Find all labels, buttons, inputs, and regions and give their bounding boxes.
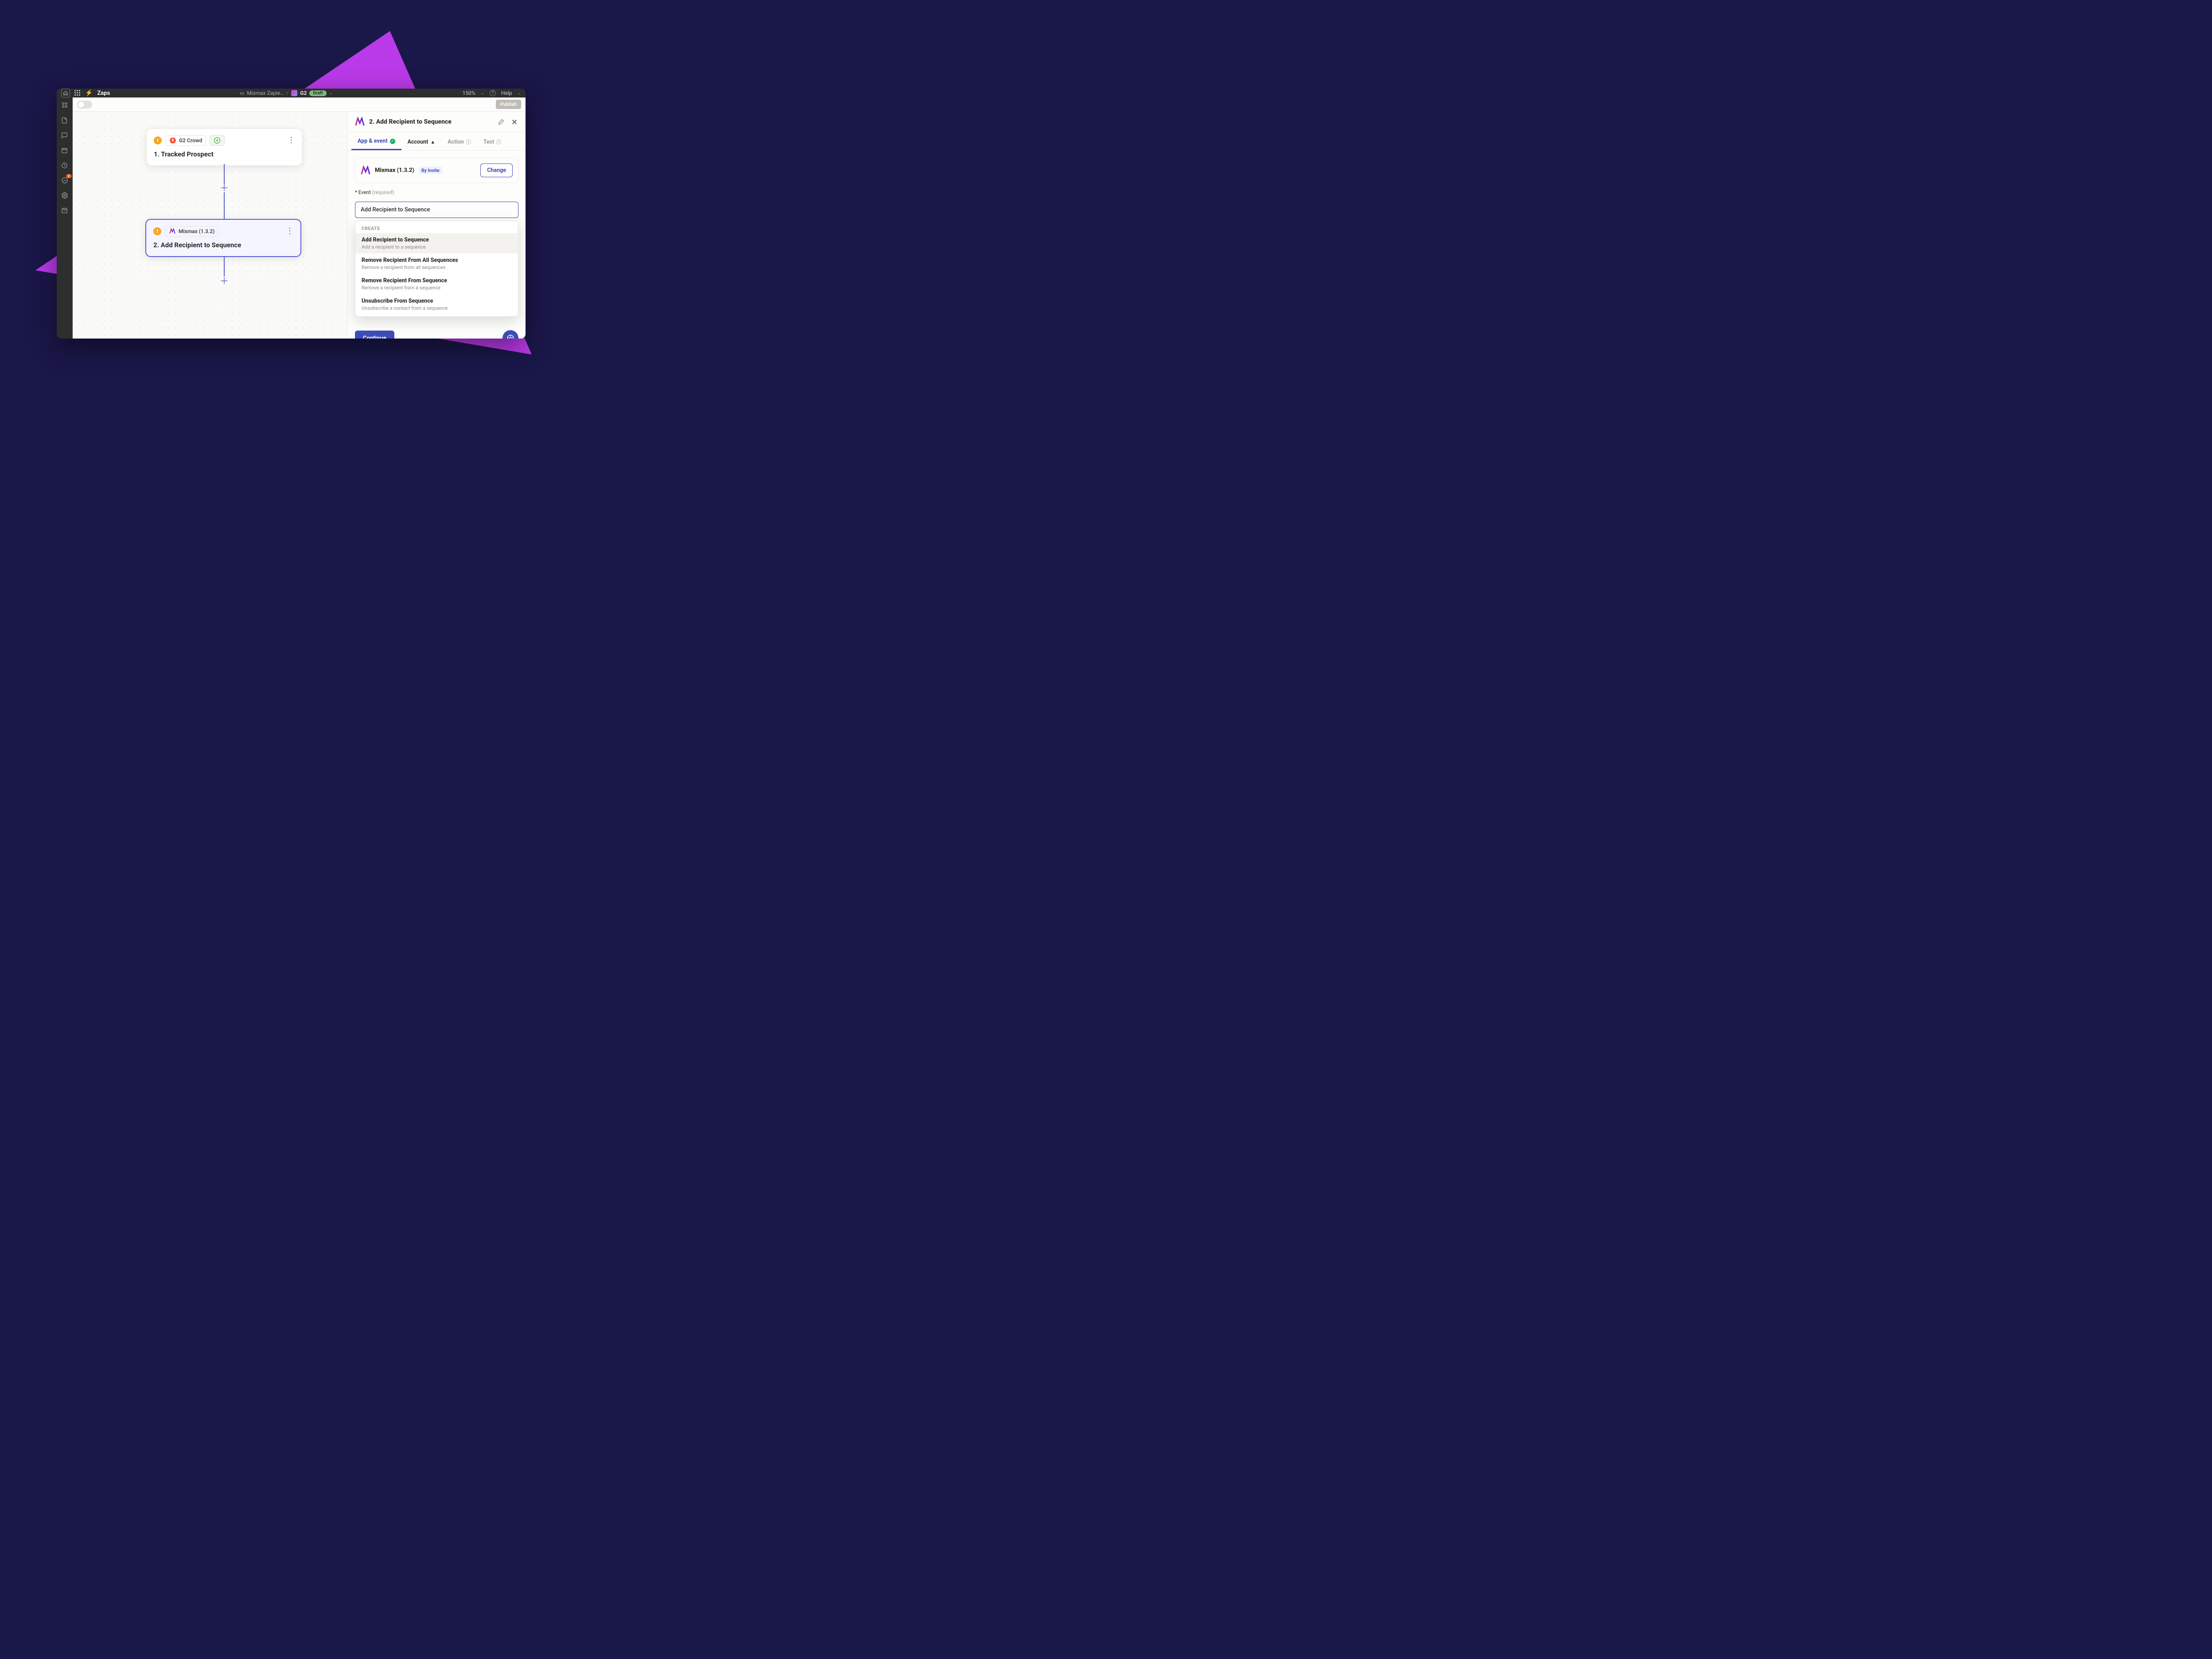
warning-triangle-icon: ▲ <box>430 139 435 145</box>
status-badge: Draft <box>309 90 326 96</box>
dropdown-item-title: Remove Recipient From All Sequences <box>362 257 512 264</box>
tab-action[interactable]: Action i <box>441 132 477 150</box>
dropdown-item[interactable]: Add Recipient to Sequence Add a recipien… <box>355 233 518 253</box>
help-chevron-icon[interactable]: ⌄ <box>518 91 521 96</box>
mixmax-icon <box>169 228 176 235</box>
continue-button[interactable]: Continue <box>355 331 394 339</box>
rail-overview-icon[interactable] <box>61 101 69 109</box>
canvas-toolbar: Publish <box>73 97 526 112</box>
app-chip-label: Mixmax (1.3.2) <box>179 228 214 234</box>
rail-comment-icon[interactable] <box>61 131 69 139</box>
tab-label: Test <box>483 139 495 145</box>
change-app-button[interactable]: Change <box>480 164 513 177</box>
node-title: 1. Tracked Prospect <box>154 150 295 158</box>
tab-account[interactable]: Account ▲ <box>401 132 442 150</box>
avatar[interactable] <box>291 90 297 96</box>
dropdown-item-title: Unsubscribe From Sequence <box>362 298 512 304</box>
dropdown-item-desc: Remove a recipient from all sequences <box>362 265 512 270</box>
tab-label: Account <box>408 139 428 145</box>
invite-badge: By Invite <box>419 167 442 174</box>
chevron-down-icon[interactable]: ⌄ <box>329 91 333 96</box>
info-icon: i <box>496 140 501 144</box>
mixmax-icon <box>361 166 370 175</box>
dropdown-item[interactable]: Remove Recipient From All Sequences Remo… <box>355 253 518 274</box>
publish-button[interactable]: Publish <box>496 100 521 109</box>
rail-calendar-icon[interactable] <box>61 146 69 154</box>
zapier-bolt-icon: ⚡ <box>85 90 93 97</box>
zap-node-trigger[interactable]: ! G2 Crowd <box>146 129 302 166</box>
breadcrumb-folder[interactable]: Mixmax Zapie… <box>247 90 284 96</box>
dropdown-item-desc: Unsubscribe a contact from a sequence <box>362 305 512 311</box>
event-field-label: * Event (required) <box>355 189 518 195</box>
rail-badge: 2 <box>66 174 72 178</box>
rail-archive-icon[interactable] <box>61 206 69 214</box>
tab-label: App & event <box>358 138 388 144</box>
step-panel: 2. Add Recipient to Sequence ✕ App & eve… <box>347 112 526 339</box>
zoom-level[interactable]: 150% <box>463 90 475 96</box>
folder-icon: ▭ <box>240 90 244 96</box>
dropdown-item-desc: Add a recipient to a sequence <box>362 244 512 250</box>
add-step-button[interactable]: ＋ <box>220 181 229 194</box>
check-icon: ✓ <box>390 139 395 144</box>
left-rail: 2 <box>57 97 73 339</box>
dropdown-item-title: Add Recipient to Sequence <box>362 237 512 243</box>
app-chip-g2[interactable]: G2 Crowd <box>165 135 206 146</box>
app-chip-mixmax[interactable]: Mixmax (1.3.2) <box>165 226 218 237</box>
help-link[interactable]: Help <box>501 90 512 96</box>
rail-file-icon[interactable] <box>61 116 69 124</box>
node-title: 2. Add Recipient to Sequence <box>153 241 293 249</box>
enable-toggle[interactable] <box>77 101 92 109</box>
zap-name[interactable]: G2 <box>300 90 307 96</box>
tab-test[interactable]: Test i <box>477 132 508 150</box>
panel-title: 2. Add Recipient to Sequence <box>369 118 494 125</box>
app-name: Mixmax (1.3.2) <box>375 167 414 174</box>
warning-icon: ! <box>153 227 161 235</box>
selected-app-row: Mixmax (1.3.2) By Invite Change <box>355 158 518 183</box>
instant-icon <box>214 137 221 144</box>
dropdown-item[interactable]: Unsubscribe From Sequence Unsubscribe a … <box>355 294 518 316</box>
event-dropdown: CREATE Add Recipient to Sequence Add a r… <box>355 221 518 317</box>
mixmax-icon <box>355 117 365 127</box>
app-grid-icon[interactable] <box>74 90 81 96</box>
canvas[interactable]: ! G2 Crowd <box>73 112 347 339</box>
app-window: ⚡ Zaps ▭ Mixmax Zapie… / G2 Draft ⌄ 150%… <box>57 89 526 339</box>
dropdown-item-title: Remove Recipient From Sequence <box>362 277 512 284</box>
home-button[interactable] <box>61 89 70 97</box>
rail-settings-icon[interactable] <box>61 191 69 199</box>
connector-line <box>224 192 225 220</box>
tab-label: Action <box>448 139 464 145</box>
add-step-button[interactable]: ＋ <box>220 274 229 287</box>
rail-clock-icon[interactable] <box>61 161 69 169</box>
titlebar: ⚡ Zaps ▭ Mixmax Zapie… / G2 Draft ⌄ 150%… <box>57 89 526 97</box>
help-float-button[interactable] <box>502 330 518 339</box>
trigger-type-chip[interactable] <box>210 135 225 146</box>
g2-icon <box>169 137 176 144</box>
section-title[interactable]: Zaps <box>97 90 110 97</box>
info-icon: i <box>466 140 471 144</box>
dropdown-item[interactable]: Remove Recipient From Sequence Remove a … <box>355 274 518 294</box>
close-panel-button[interactable]: ✕ <box>510 118 518 126</box>
zoom-chevron-icon[interactable]: ⌄ <box>481 91 484 96</box>
app-chip-label: G2 Crowd <box>179 137 202 144</box>
tab-app-event[interactable]: App & event ✓ <box>351 132 401 150</box>
edit-title-button[interactable] <box>498 119 506 125</box>
dropdown-section-label: CREATE <box>355 221 518 233</box>
help-icon: ? <box>490 90 496 96</box>
panel-tabs: App & event ✓ Account ▲ Action i Test <box>348 132 526 151</box>
zap-node-action[interactable]: ! Mixmax (1.3.2) ⋮ 2. Add Recipient to S… <box>145 219 301 257</box>
rail-activity-icon[interactable]: 2 <box>61 176 69 184</box>
warning-icon: ! <box>154 136 162 144</box>
dropdown-item-desc: Remove a recipient from a sequence <box>362 285 512 291</box>
event-select[interactable]: Add Recipient to Sequence <box>355 202 518 218</box>
